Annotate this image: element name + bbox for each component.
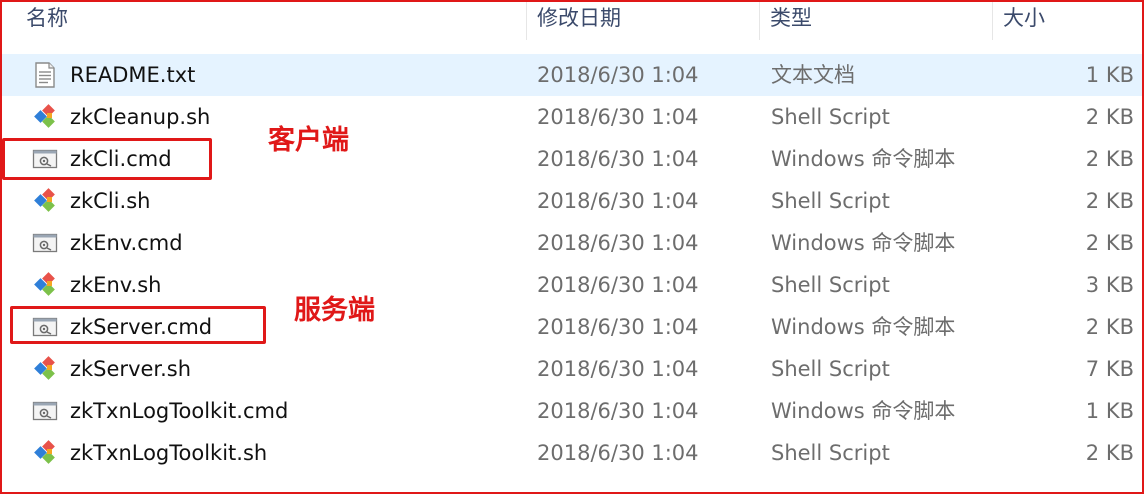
file-row[interactable]: zkEnv.sh 2018/6/30 1:04 Shell Script 3 KB — [2, 264, 1142, 306]
file-modified-date: 2018/6/30 1:04 — [537, 147, 699, 171]
file-type: Windows 命令脚本 — [771, 315, 956, 339]
git-script-icon — [32, 188, 58, 214]
file-name: zkTxnLogToolkit.sh — [70, 441, 268, 465]
file-list: README.txt 2018/6/30 1:04 文本文档 1 KB zkCleanu… — [2, 54, 1142, 474]
file-modified-date: 2018/6/30 1:04 — [537, 189, 699, 213]
column-header-type[interactable]: 类型 — [760, 2, 992, 40]
file-modified-date: 2018/6/30 1:04 — [537, 63, 699, 87]
git-script-icon — [32, 104, 58, 130]
file-size: 2 KB — [1085, 147, 1134, 171]
file-row[interactable]: zkTxnLogToolkit.cmd 2018/6/30 1:04 Windows… — [2, 390, 1142, 432]
file-modified-date: 2018/6/30 1:04 — [537, 315, 699, 339]
file-row[interactable]: README.txt 2018/6/30 1:04 文本文档 1 KB — [2, 54, 1142, 96]
file-type: Shell Script — [771, 273, 890, 297]
file-explorer-window: 名称 修改日期 类型 大小 README.txt 2018/6/30 1:04 文本… — [0, 0, 1144, 494]
file-row[interactable]: zkCli.cmd 2018/6/30 1:04 Windows 命令脚本 2 KB — [2, 138, 1142, 180]
file-name: zkServer.sh — [70, 357, 192, 381]
file-size: 2 KB — [1085, 231, 1134, 255]
column-header-name[interactable]: 名称 — [16, 2, 526, 40]
file-row[interactable]: zkServer.cmd 2018/6/30 1:04 Windows 命令脚本 2 … — [2, 306, 1142, 348]
file-modified-date: 2018/6/30 1:04 — [537, 357, 699, 381]
cmd-script-icon — [32, 314, 58, 340]
file-type: Windows 命令脚本 — [771, 231, 956, 255]
file-size: 2 KB — [1085, 441, 1134, 465]
file-type: Windows 命令脚本 — [771, 147, 956, 171]
server-annotation: 服务端 — [294, 295, 375, 326]
file-row[interactable]: zkEnv.cmd 2018/6/30 1:04 Windows 命令脚本 2 KB — [2, 222, 1142, 264]
column-header-date[interactable]: 修改日期 — [527, 2, 759, 40]
file-name: zkServer.cmd — [70, 315, 213, 339]
file-type: Windows 命令脚本 — [771, 399, 956, 423]
file-name: zkCli.sh — [70, 189, 151, 213]
file-row[interactable]: zkCleanup.sh 2018/6/30 1:04 Shell Script 2 … — [2, 96, 1142, 138]
column-header-size[interactable]: 大小 — [993, 2, 1142, 40]
file-modified-date: 2018/6/30 1:04 — [537, 273, 699, 297]
file-type: Shell Script — [771, 189, 890, 213]
file-size: 1 KB — [1085, 63, 1134, 87]
file-type: 文本文档 — [771, 63, 855, 87]
file-row[interactable]: zkServer.sh 2018/6/30 1:04 Shell Script 7 K… — [2, 348, 1142, 390]
git-script-icon — [32, 440, 58, 466]
git-script-icon — [32, 272, 58, 298]
file-size: 3 KB — [1085, 273, 1134, 297]
file-modified-date: 2018/6/30 1:04 — [537, 231, 699, 255]
column-header-bar: 名称 修改日期 类型 大小 — [2, 2, 1142, 40]
git-script-icon — [32, 356, 58, 382]
file-name: zkTxnLogToolkit.cmd — [70, 399, 289, 423]
file-name: zkCli.cmd — [70, 147, 172, 171]
file-modified-date: 2018/6/30 1:04 — [537, 399, 699, 423]
cmd-script-icon — [32, 230, 58, 256]
file-name: zkCleanup.sh — [70, 105, 211, 129]
file-size: 1 KB — [1085, 399, 1134, 423]
file-type: Shell Script — [771, 357, 890, 381]
client-annotation: 客户端 — [268, 125, 349, 156]
file-size: 2 KB — [1085, 315, 1134, 339]
file-type: Shell Script — [771, 105, 890, 129]
file-type: Shell Script — [771, 441, 890, 465]
text-file-icon — [32, 62, 58, 88]
file-name: zkEnv.cmd — [70, 231, 183, 255]
file-row[interactable]: zkTxnLogToolkit.sh 2018/6/30 1:04 Shell Sc… — [2, 432, 1142, 474]
file-name: README.txt — [70, 63, 196, 87]
file-size: 2 KB — [1085, 105, 1134, 129]
cmd-script-icon — [32, 146, 58, 172]
file-row[interactable]: zkCli.sh 2018/6/30 1:04 Shell Script 2 KB — [2, 180, 1142, 222]
file-name: zkEnv.sh — [70, 273, 162, 297]
file-size: 2 KB — [1085, 189, 1134, 213]
file-size: 7 KB — [1085, 357, 1134, 381]
cmd-script-icon — [32, 398, 58, 424]
file-modified-date: 2018/6/30 1:04 — [537, 105, 699, 129]
file-modified-date: 2018/6/30 1:04 — [537, 441, 699, 465]
